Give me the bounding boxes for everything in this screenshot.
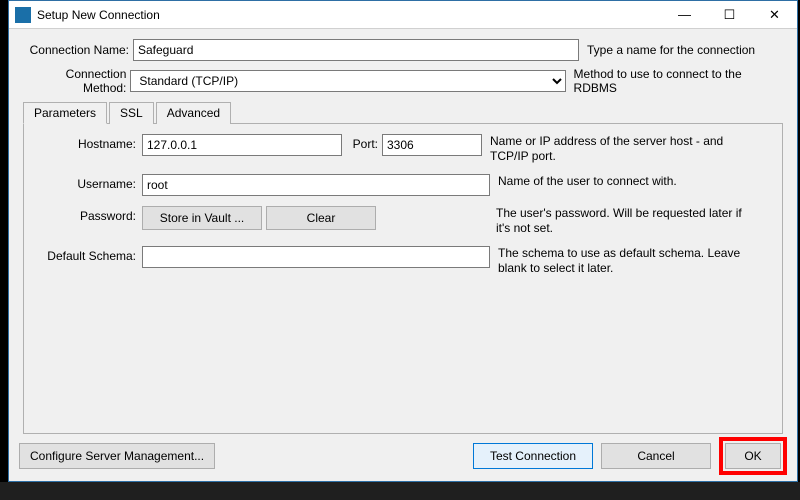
- tab-parameters[interactable]: Parameters: [23, 102, 107, 124]
- configure-server-button[interactable]: Configure Server Management...: [19, 443, 215, 469]
- clear-password-button[interactable]: Clear: [266, 206, 376, 230]
- connection-name-hint: Type a name for the connection: [579, 43, 755, 57]
- default-schema-hint: The schema to use as default schema. Lea…: [490, 246, 750, 276]
- taskbar: [0, 482, 800, 500]
- titlebar: Setup New Connection — ☐ ✕: [9, 1, 797, 29]
- close-button[interactable]: ✕: [752, 1, 797, 29]
- ok-button[interactable]: OK: [725, 443, 781, 469]
- minimize-button[interactable]: —: [662, 1, 707, 29]
- hostname-hint: Name or IP address of the server host - …: [482, 134, 742, 164]
- dialog-window: Setup New Connection — ☐ ✕ Connection Na…: [8, 0, 798, 482]
- dialog-footer: Configure Server Management... Test Conn…: [19, 437, 787, 475]
- password-label: Password:: [30, 206, 142, 236]
- maximize-button[interactable]: ☐: [707, 1, 752, 29]
- tab-body-parameters: Hostname: Port: Name or IP address of th…: [23, 124, 783, 434]
- tab-advanced[interactable]: Advanced: [156, 102, 231, 124]
- username-input[interactable]: [142, 174, 490, 196]
- hostname-label: Hostname:: [30, 134, 142, 164]
- content-area: Connection Name: Type a name for the con…: [9, 29, 797, 434]
- test-connection-button[interactable]: Test Connection: [473, 443, 593, 469]
- default-schema-label: Default Schema:: [30, 246, 142, 276]
- connection-method-label: Connection Method:: [23, 67, 130, 95]
- port-input[interactable]: [382, 134, 482, 156]
- cancel-button[interactable]: Cancel: [601, 443, 711, 469]
- connection-method-hint: Method to use to connect to the RDBMS: [566, 67, 783, 95]
- tab-ssl[interactable]: SSL: [109, 102, 154, 124]
- connection-method-select[interactable]: Standard (TCP/IP): [130, 70, 565, 92]
- connection-name-input[interactable]: [133, 39, 579, 61]
- username-hint: Name of the user to connect with.: [490, 174, 750, 196]
- app-icon: [15, 7, 31, 23]
- connection-name-label: Connection Name:: [23, 43, 133, 57]
- default-schema-input[interactable]: [142, 246, 490, 268]
- hostname-input[interactable]: [142, 134, 342, 156]
- store-vault-button[interactable]: Store in Vault ...: [142, 206, 262, 230]
- ok-highlight: OK: [719, 437, 787, 475]
- tab-bar: Parameters SSL Advanced: [23, 101, 783, 124]
- password-hint: The user's password. Will be requested l…: [488, 206, 748, 236]
- port-label: Port:: [342, 134, 382, 164]
- username-label: Username:: [30, 174, 142, 196]
- window-title: Setup New Connection: [37, 8, 662, 22]
